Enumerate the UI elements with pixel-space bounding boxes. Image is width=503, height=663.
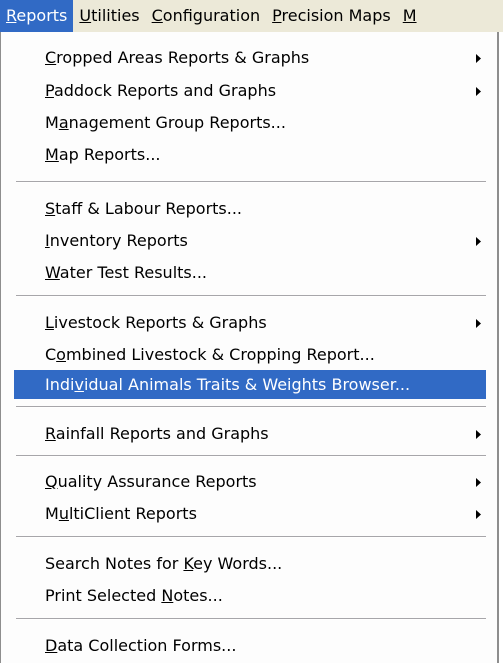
menu-item-staff-labour-reports[interactable]: Staff & Labour Reports... xyxy=(14,195,486,223)
menu-item-management-group-reports[interactable]: Management Group Reports... xyxy=(14,109,486,137)
menu-item-inventory-reports[interactable]: Inventory Reports xyxy=(14,227,486,255)
menubar-utilities[interactable]: Utilities xyxy=(73,0,145,32)
menu-bar: Reports Utilities Configuration Precisio… xyxy=(0,0,503,32)
menubar-reports[interactable]: Reports xyxy=(0,0,74,32)
menu-item-search-notes[interactable]: Search Notes for Key Words... xyxy=(14,550,486,578)
submenu-arrow-icon xyxy=(476,44,481,72)
menu-item-map-reports[interactable]: Map Reports... xyxy=(14,141,486,169)
menu-item-rainfall-reports[interactable]: Rainfall Reports and Graphs xyxy=(14,420,486,448)
menu-item-multiclient-reports[interactable]: MultiClient Reports xyxy=(14,500,486,528)
menu-item-livestock-reports[interactable]: Livestock Reports & Graphs xyxy=(14,309,486,337)
submenu-arrow-icon xyxy=(476,309,481,337)
menu-separator xyxy=(16,295,486,297)
menu-separator xyxy=(16,181,486,183)
submenu-arrow-icon xyxy=(476,77,481,105)
menubar-configuration[interactable]: Configuration xyxy=(146,0,267,32)
submenu-arrow-icon xyxy=(476,500,481,528)
menu-item-individual-animals-browser[interactable]: Individual Animals Traits & Weights Brow… xyxy=(14,370,486,399)
menu-item-water-test-results[interactable]: Water Test Results... xyxy=(14,259,486,287)
menu-item-print-selected-notes[interactable]: Print Selected Notes... xyxy=(14,582,486,610)
menubar-precision-maps[interactable]: Precision Maps xyxy=(266,0,397,32)
submenu-arrow-icon xyxy=(476,227,481,255)
menu-item-quality-assurance-reports[interactable]: Quality Assurance Reports xyxy=(14,468,486,496)
menu-separator xyxy=(16,455,486,457)
reports-dropdown-menu: Cropped Areas Reports & Graphs Paddock R… xyxy=(0,32,499,663)
menubar-truncated-item[interactable]: M xyxy=(397,0,423,32)
menu-separator xyxy=(16,536,486,538)
menu-item-paddock-reports[interactable]: Paddock Reports and Graphs xyxy=(14,77,486,105)
menu-item-combined-livestock-cropping-report[interactable]: Combined Livestock & Cropping Report... xyxy=(14,341,486,369)
menu-item-data-collection-forms[interactable]: Data Collection Forms... xyxy=(14,632,486,660)
menu-separator xyxy=(16,618,486,620)
submenu-arrow-icon xyxy=(476,468,481,496)
menu-separator xyxy=(16,406,486,408)
submenu-arrow-icon xyxy=(476,420,481,448)
menu-item-cropped-areas-reports[interactable]: Cropped Areas Reports & Graphs xyxy=(14,44,486,72)
